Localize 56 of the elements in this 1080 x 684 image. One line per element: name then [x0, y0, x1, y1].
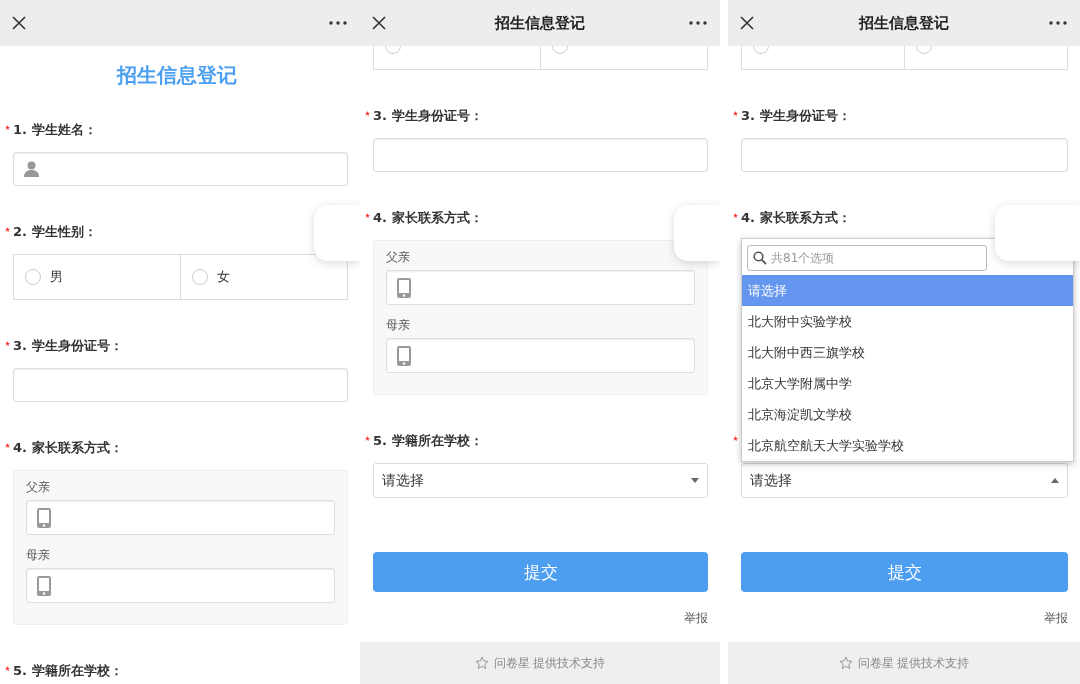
dropdown-option[interactable]: 北京海淀凯文学校: [742, 399, 1073, 430]
report-link[interactable]: 举报: [1044, 610, 1068, 627]
question-label: 3. 学生身份证号：: [741, 107, 851, 125]
option-label: 男: [50, 268, 63, 286]
question-label: 4. 家长联系方式：: [741, 209, 851, 227]
question-label: 5. 学籍所在学校：: [13, 662, 123, 680]
dropdown-option[interactable]: 北京大学附属中学: [742, 368, 1073, 399]
close-icon[interactable]: [371, 15, 387, 31]
form-title: 招生信息登记: [116, 63, 237, 87]
question-label: 2. 学生性别：: [13, 223, 97, 241]
field-label: 父亲: [26, 479, 51, 495]
more-icon[interactable]: [689, 21, 707, 25]
more-icon[interactable]: [1049, 21, 1067, 25]
field-label: 母亲: [26, 547, 51, 563]
select-field[interactable]: 请选择: [373, 463, 708, 498]
input-field[interactable]: [13, 368, 348, 402]
question-label: 4. 家长联系方式：: [13, 439, 123, 457]
question-label: 3. 学生身份证号：: [373, 107, 483, 125]
input-field[interactable]: [13, 152, 348, 186]
dropdown-option[interactable]: 北京航空航天大学实验学校: [742, 430, 1073, 461]
radio-button[interactable]: [25, 269, 41, 285]
star-icon: [838, 656, 853, 670]
question-label: 1. 学生姓名：: [13, 121, 97, 139]
search-input[interactable]: 共81个选项: [771, 251, 921, 265]
search-field[interactable]: 共81个选项: [747, 245, 987, 271]
close-icon[interactable]: [11, 15, 27, 31]
close-icon[interactable]: [739, 15, 755, 31]
phone-icon: [37, 507, 51, 528]
question-label: 4. 家长联系方式：: [373, 209, 483, 227]
star-icon: [474, 656, 489, 670]
radio-button[interactable]: [192, 269, 208, 285]
window-title: 招生信息登记: [495, 13, 585, 33]
question-label: 3. 学生身份证号：: [13, 337, 123, 355]
field-label: 母亲: [386, 317, 411, 333]
question-label: 5. 学籍所在学校：: [373, 432, 483, 450]
select-field[interactable]: 请选择: [741, 463, 1068, 498]
option-label: 女: [217, 268, 230, 286]
input-field[interactable]: [373, 138, 708, 172]
footer-text: 问卷星 提供技术支持: [857, 654, 970, 672]
footer-text: 问卷星 提供技术支持: [493, 654, 606, 672]
more-icon[interactable]: [329, 21, 347, 25]
phone-icon: [397, 345, 411, 366]
phone-field[interactable]: [386, 338, 695, 373]
phone-field[interactable]: [26, 568, 335, 603]
window-title: 招生信息登记: [859, 13, 949, 33]
search-icon: [753, 251, 767, 265]
phone-icon: [397, 277, 411, 298]
dropdown-option[interactable]: 北大附中实验学校: [742, 306, 1073, 337]
person-icon: [24, 161, 39, 177]
input-field[interactable]: [741, 138, 1068, 172]
dropdown-option[interactable]: 北大附中西三旗学校: [742, 337, 1073, 368]
phone-field[interactable]: [386, 270, 695, 305]
field-label: 父亲: [386, 249, 411, 265]
report-link[interactable]: 举报: [684, 610, 708, 627]
phone-icon: [37, 575, 51, 596]
phone-field[interactable]: [26, 500, 335, 535]
